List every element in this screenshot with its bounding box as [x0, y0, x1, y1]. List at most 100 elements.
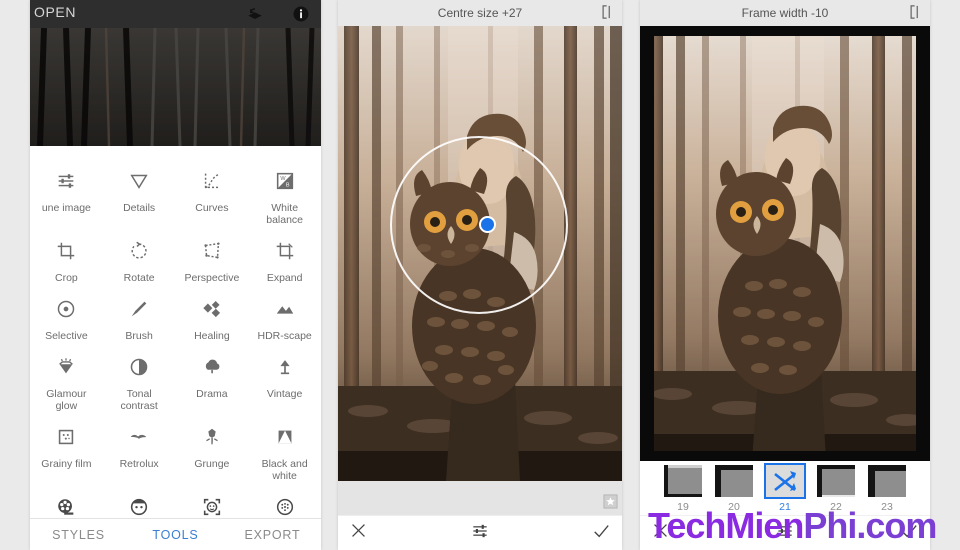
- centre-size-title: Centre size +27: [437, 6, 523, 20]
- tab-export[interactable]: EXPORT: [224, 528, 321, 542]
- watermark: TechMienPhi.com: [648, 505, 937, 547]
- tool-label: Retrolux: [119, 458, 159, 470]
- tune-image-icon: [30, 166, 103, 196]
- tool-row: Grainy film Retrolux Grunge Black and wh…: [30, 416, 321, 486]
- tool-black-and-white[interactable]: Black and white: [248, 416, 321, 486]
- tool-rotate[interactable]: Rotate: [103, 230, 176, 288]
- middle-bottom-bar: [338, 515, 622, 550]
- middle-header: Centre size +27: [338, 0, 622, 26]
- tool-tonal-contrast[interactable]: Tonal contrast: [103, 346, 176, 416]
- frame-preview: [715, 465, 753, 497]
- tool-grainy-film[interactable]: Grainy film: [30, 416, 103, 486]
- middle-gray-area: [338, 481, 622, 515]
- tool-retrolux[interactable]: Retrolux: [103, 416, 176, 486]
- tool-label: Curves: [195, 202, 229, 214]
- glamour-glow-icon: [30, 352, 103, 382]
- tool-label: Details: [123, 202, 156, 214]
- tool-expand[interactable]: Expand: [248, 230, 321, 288]
- compare-icon[interactable]: [601, 5, 614, 24]
- retrolux-icon: [103, 422, 176, 452]
- tool-label: Selective: [45, 330, 88, 342]
- tool-label: Expand: [266, 272, 303, 284]
- tool-hdr-scape[interactable]: HDR-scape: [248, 288, 321, 346]
- white-balance-icon: W B: [248, 166, 321, 196]
- tool-label: Rotate: [123, 272, 155, 284]
- snapseed-tools-screen: OPEN une image Details Curves W B White …: [30, 0, 321, 550]
- vintage-icon: [248, 352, 321, 382]
- screenshot-stage: OPEN une image Details Curves W B White …: [0, 0, 960, 550]
- frame-width-title: Frame width -10: [741, 6, 829, 20]
- tool-label: Glamour glow: [46, 388, 87, 412]
- tool-tune-image[interactable]: une image: [30, 160, 103, 230]
- curves-icon: [176, 166, 249, 196]
- svg-text:B: B: [286, 183, 290, 189]
- tool-label: Healing: [194, 330, 230, 342]
- drama-icon: [176, 352, 249, 382]
- svg-text:W: W: [280, 176, 286, 182]
- tab-tools[interactable]: TOOLS: [127, 528, 224, 542]
- tool-label: Grunge: [194, 458, 230, 470]
- selective-icon: [30, 294, 103, 324]
- shuffle-icon: [764, 463, 806, 499]
- tool-selective[interactable]: Selective: [30, 288, 103, 346]
- tool-crop[interactable]: Crop: [30, 230, 103, 288]
- watermark-part-b: Phi.com: [803, 505, 937, 546]
- tool-healing[interactable]: Healing: [176, 288, 249, 346]
- tool-curves[interactable]: Curves: [176, 160, 249, 230]
- left-topbar: OPEN: [30, 0, 321, 28]
- undo-stack-icon[interactable]: [245, 4, 265, 24]
- right-photo[interactable]: [640, 26, 930, 461]
- tool-label: Drama: [196, 388, 228, 400]
- tool-label: Grainy film: [41, 458, 92, 470]
- tool-brush[interactable]: Brush: [103, 288, 176, 346]
- middle-photo[interactable]: [338, 26, 622, 481]
- selective-edit-screen: Centre size +27: [338, 0, 622, 550]
- healing-icon: [176, 294, 249, 324]
- tool-perspective[interactable]: Perspective: [176, 230, 249, 288]
- tool-grunge[interactable]: Grunge: [176, 416, 249, 486]
- grainy-film-icon: [30, 422, 103, 452]
- tool-white-balance[interactable]: W B White balance: [248, 160, 321, 230]
- tool-label: White balance: [266, 202, 304, 226]
- compare-icon[interactable]: [909, 5, 922, 24]
- black-and-white-icon: [248, 422, 321, 452]
- tool-row: une image Details Curves W B White balan…: [30, 160, 321, 230]
- tool-glamour-glow[interactable]: Glamour glow: [30, 346, 103, 416]
- watermark-part-a: TechMien: [648, 505, 804, 546]
- check-icon[interactable]: [592, 522, 610, 545]
- tonal-contrast-icon: [103, 352, 176, 382]
- star-badge-icon[interactable]: [603, 494, 618, 514]
- frame-preview: [664, 465, 702, 497]
- brush-icon: [103, 294, 176, 324]
- frames-edit-screen: Frame width -10 19 20 21 22 23: [640, 0, 930, 550]
- expand-icon: [248, 236, 321, 266]
- close-icon[interactable]: [350, 522, 367, 544]
- tool-drama[interactable]: Drama: [176, 346, 249, 416]
- tool-label: Black and white: [261, 458, 308, 482]
- grunge-icon: [176, 422, 249, 452]
- hdr-scape-icon: [248, 294, 321, 324]
- tool-row: Selective Brush Healing HDR-scape: [30, 288, 321, 346]
- perspective-icon: [176, 236, 249, 266]
- tool-label: Crop: [54, 272, 78, 284]
- tool-vintage[interactable]: Vintage: [248, 346, 321, 416]
- open-button[interactable]: OPEN: [34, 4, 76, 20]
- control-point-handle[interactable]: [479, 216, 496, 233]
- info-icon[interactable]: [291, 4, 311, 24]
- details-icon: [103, 166, 176, 196]
- tool-label: Brush: [125, 330, 153, 342]
- adjust-sliders-icon[interactable]: [470, 521, 490, 546]
- frame-preview: [868, 465, 906, 497]
- tab-styles[interactable]: STYLES: [30, 528, 127, 542]
- tools-grid: une image Details Curves W B White balan…: [30, 146, 321, 526]
- left-preview-photo: [30, 28, 321, 146]
- rotate-icon: [103, 236, 176, 266]
- tool-label: Vintage: [266, 388, 303, 400]
- frame-preview: [817, 465, 855, 497]
- tool-row: Glamour glow Tonal contrast Drama Vintag…: [30, 346, 321, 416]
- bottom-tabs: STYLES TOOLS EXPORT: [30, 518, 321, 550]
- tool-label: Perspective: [184, 272, 240, 284]
- right-header: Frame width -10: [640, 0, 930, 26]
- tool-details[interactable]: Details: [103, 160, 176, 230]
- crop-icon: [30, 236, 103, 266]
